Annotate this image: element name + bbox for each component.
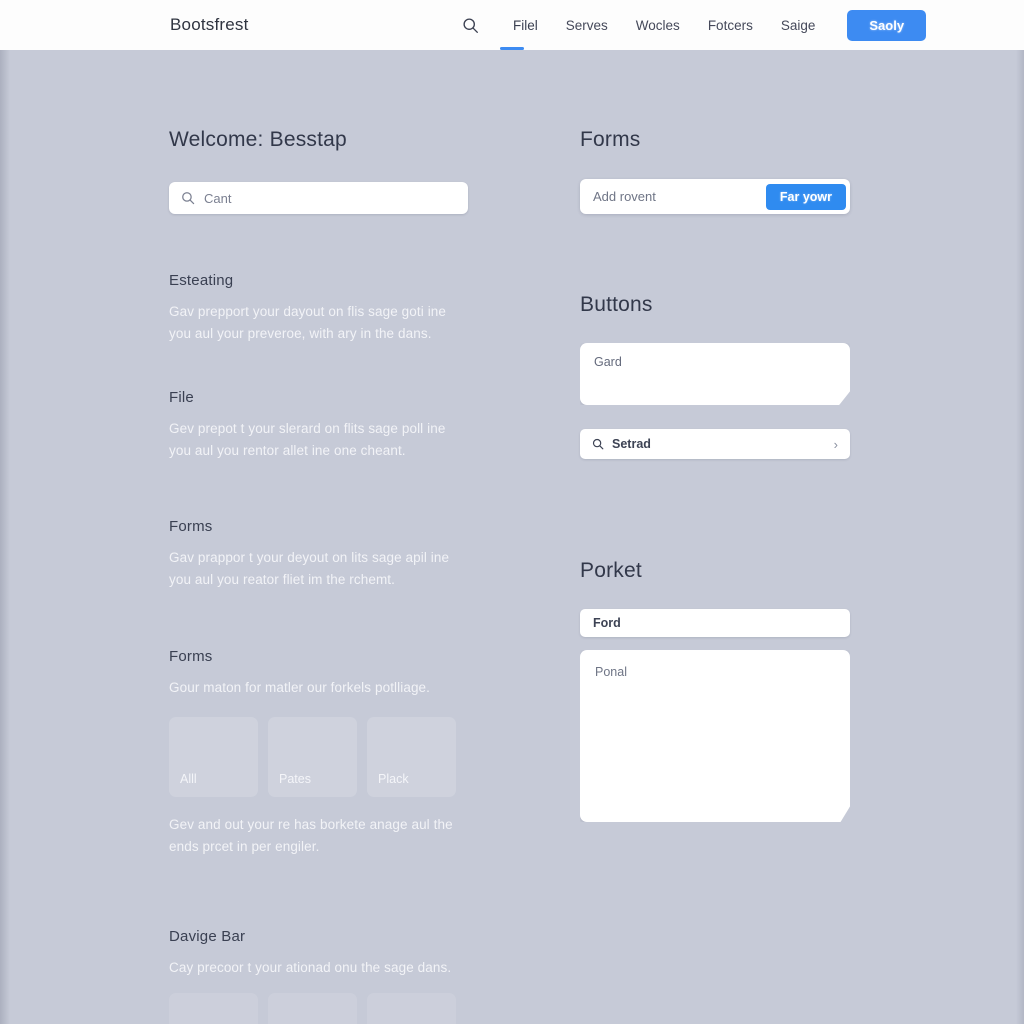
buttons-title: Buttons bbox=[580, 293, 653, 316]
tile-group: Alll Pates Plack bbox=[169, 717, 468, 797]
tile-label: Pates bbox=[279, 772, 311, 786]
tile-bottom-1[interactable] bbox=[169, 993, 258, 1024]
section-title-forms-tiles: Forms bbox=[169, 648, 213, 665]
list-item-label: Setrad bbox=[612, 437, 651, 451]
search-icon[interactable] bbox=[455, 10, 485, 40]
section-title-forms: Forms bbox=[169, 518, 213, 535]
search-input-value: Cant bbox=[204, 190, 232, 206]
add-event-input[interactable]: Add rovent bbox=[593, 189, 656, 204]
tile-bottom-3[interactable] bbox=[367, 993, 456, 1024]
right-column: Forms Add rovent Far yowr Buttons Gard S… bbox=[580, 50, 850, 822]
forms-title: Forms bbox=[580, 128, 641, 151]
section-body-file: Gev prepot t your slerard on flits sage … bbox=[169, 421, 446, 458]
section-title-davige-bar: Davige Bar bbox=[169, 928, 246, 945]
nav-item-wocles[interactable]: Wocles bbox=[622, 18, 694, 33]
section-body-esteating: Gav prepport your dayout on flis sage go… bbox=[169, 304, 447, 341]
search-icon bbox=[592, 438, 604, 450]
tile-bottom-2[interactable] bbox=[268, 993, 357, 1024]
tile-label: Plack bbox=[378, 772, 409, 786]
list-item-setrad[interactable]: Setrad › bbox=[580, 429, 850, 459]
nav-item-serves[interactable]: Serves bbox=[552, 18, 622, 33]
tile-alll[interactable]: Alll bbox=[169, 717, 258, 797]
brand-logo[interactable]: Bootsfrest bbox=[170, 15, 249, 35]
section-body-davige-bar: Cay precoor t your ationad onu the sage … bbox=[169, 960, 452, 975]
nav-item-filel[interactable]: Filel bbox=[499, 18, 552, 33]
tiles-footer-body: Gev and out your re has borkete anage au… bbox=[169, 817, 453, 854]
page-title: Welcome: Besstap bbox=[169, 128, 347, 151]
right-edge-shadow bbox=[1016, 50, 1024, 1024]
ford-field-label: Ford bbox=[593, 616, 621, 630]
ponal-textarea-placeholder: Ponal bbox=[595, 665, 627, 679]
gard-card[interactable]: Gard bbox=[580, 343, 850, 405]
section-title-file: File bbox=[169, 389, 194, 406]
nav-item-saige[interactable]: Saige bbox=[767, 18, 830, 33]
tile-group-bottom bbox=[169, 993, 468, 1024]
page-body: Welcome: Besstap Cant Esteating Gav prep… bbox=[0, 50, 1024, 1024]
chevron-right-icon: › bbox=[833, 436, 838, 452]
section-body-forms-tiles: Gour maton for matler our forkels potlli… bbox=[169, 680, 431, 695]
left-edge-shadow bbox=[0, 50, 10, 1024]
ponal-textarea[interactable]: Ponal bbox=[580, 650, 850, 822]
submit-button[interactable]: Far yowr bbox=[765, 183, 846, 210]
nav-item-fotcers[interactable]: Fotcers bbox=[694, 18, 767, 33]
app-header: Bootsfrest Filel Serves Wocles Fotcers S… bbox=[0, 0, 1024, 50]
search-icon bbox=[182, 192, 195, 205]
search-input[interactable]: Cant bbox=[169, 182, 468, 214]
tile-pates[interactable]: Pates bbox=[268, 717, 357, 797]
ford-field[interactable]: Ford bbox=[580, 609, 850, 637]
active-tab-indicator bbox=[500, 47, 524, 50]
porket-title: Porket bbox=[580, 559, 642, 582]
tile-plack[interactable]: Plack bbox=[367, 717, 456, 797]
main-navigation: Filel Serves Wocles Fotcers Saige Saoly bbox=[455, 9, 927, 41]
left-column: Welcome: Besstap Cant Esteating Gav prep… bbox=[169, 50, 468, 1024]
primary-cta-button[interactable]: Saoly bbox=[847, 9, 927, 41]
gard-card-label: Gard bbox=[594, 355, 622, 369]
section-title-esteating: Esteating bbox=[169, 272, 234, 289]
tile-label: Alll bbox=[180, 772, 197, 786]
section-body-forms: Gav prappor t your deyout on lits sage a… bbox=[169, 550, 450, 587]
add-event-form: Add rovent Far yowr bbox=[580, 179, 850, 214]
